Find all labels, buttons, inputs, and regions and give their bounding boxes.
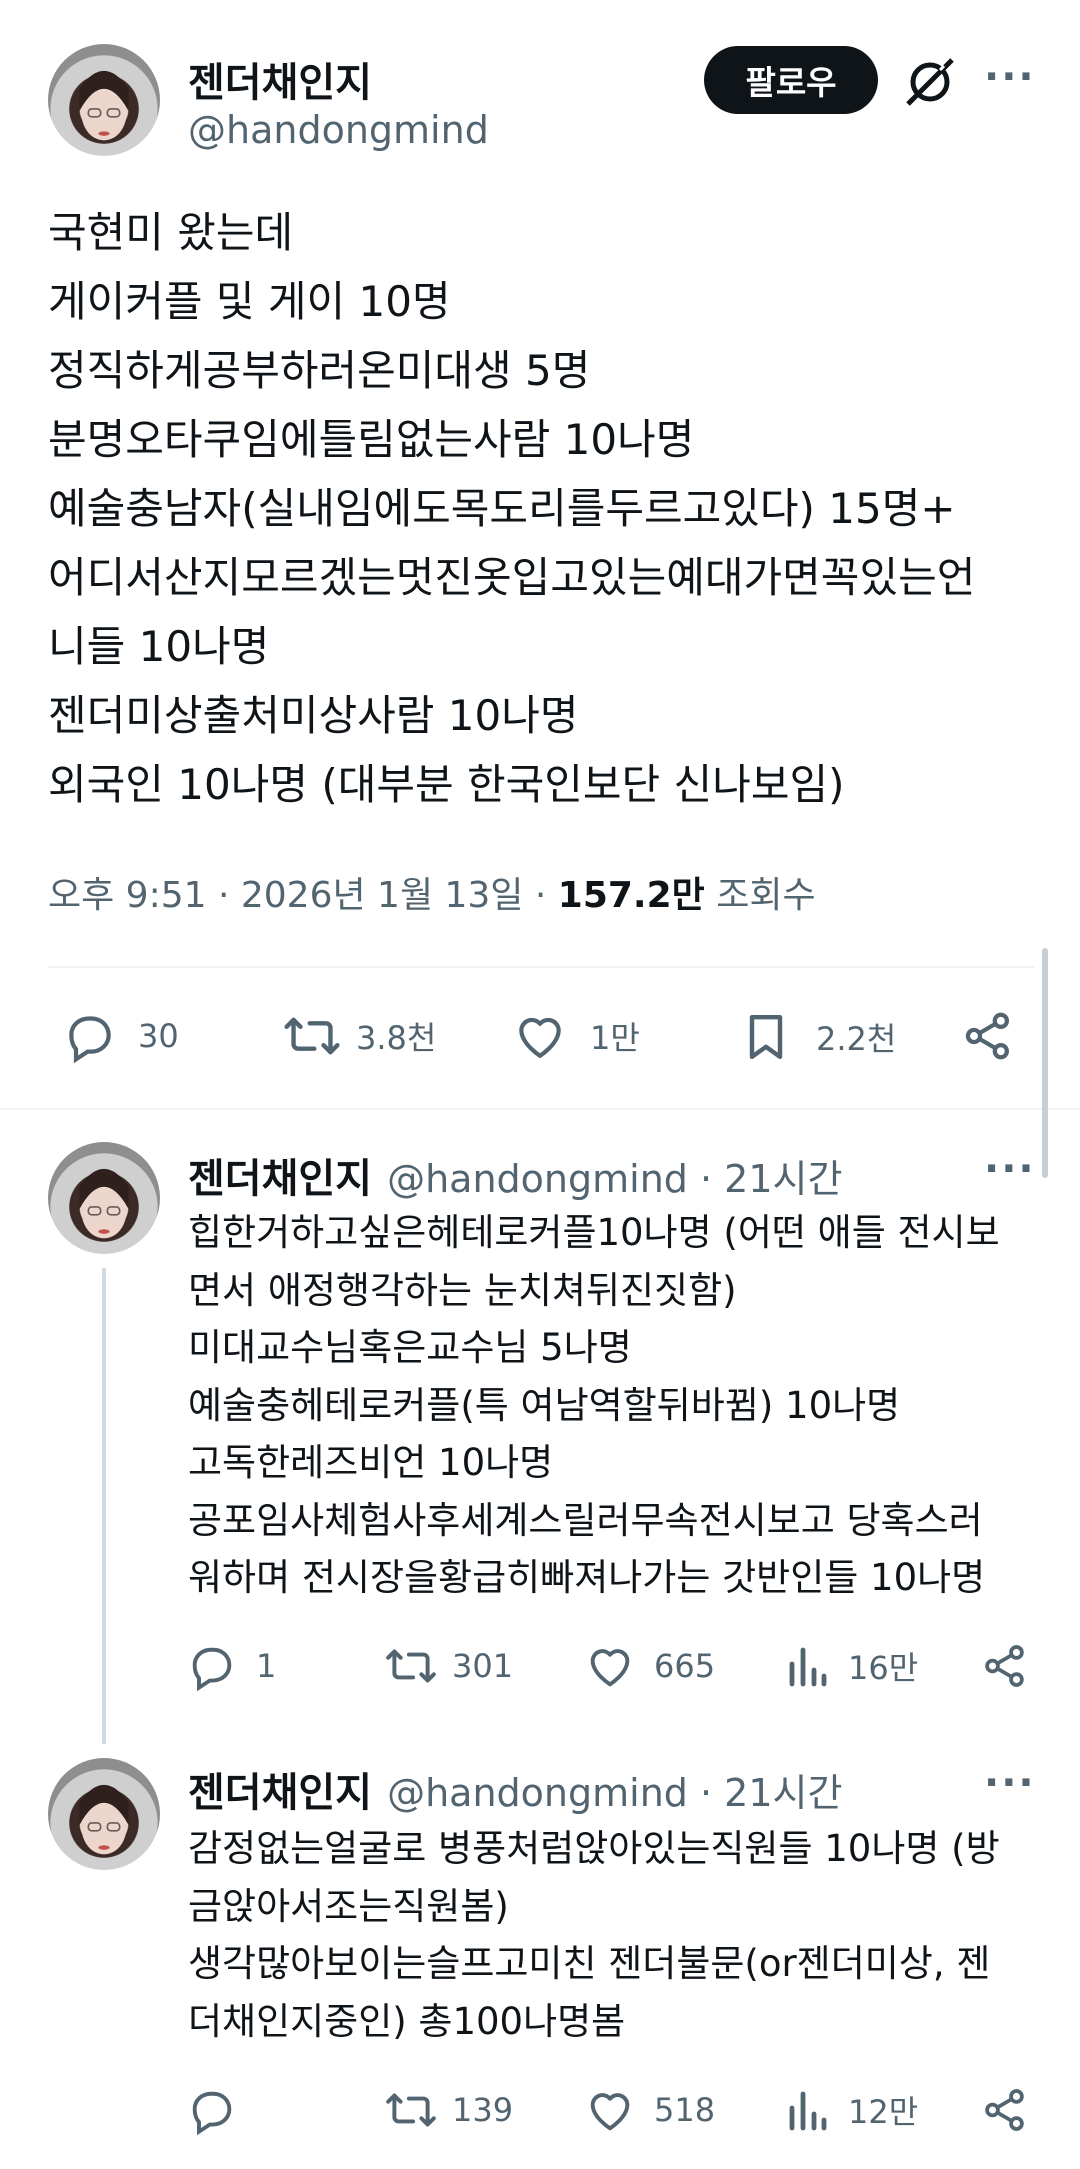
- views-count: 16만: [848, 1649, 919, 1687]
- divider: [0, 1108, 1080, 1110]
- reply-time[interactable]: 21시간: [724, 1157, 842, 1201]
- share-icon: [985, 1645, 1024, 1687]
- thread-line: [102, 1268, 106, 1744]
- scrollbar[interactable]: [1042, 948, 1048, 1178]
- share-button[interactable]: [960, 1008, 1016, 1064]
- tweet-timestamp[interactable]: 오후 9:51 · 2026년 1월 13일 ·: [48, 875, 558, 916]
- reply-count: 30: [138, 1017, 179, 1055]
- reply-text: 감정없는얼굴로 병풍처럼앉아있는직원들 10나명 (방 금앉아서조는직원봄) 생…: [188, 1827, 1000, 2043]
- views-count: 157.2만: [557, 875, 705, 916]
- like-button[interactable]: 1만: [512, 1008, 640, 1064]
- tweet-text: 국현미 왔는데 게이커플 및 게이 10명 정직하게공부하러온미대생 5명 분명…: [48, 208, 976, 809]
- bookmark-count: 2.2천: [816, 1020, 897, 1058]
- retweet-count: 3.8천: [356, 1019, 437, 1057]
- views-count: 12만: [848, 2093, 919, 2131]
- reply-icon: [69, 1016, 111, 1064]
- like-count: 518: [654, 2091, 716, 2129]
- reply-text: 힙한거하고싶은헤테로커플10나명 (어떤 애들 전시보 면서 애정행각하는 눈치…: [188, 1211, 1000, 1599]
- like-icon: [519, 1017, 561, 1058]
- like-icon: [590, 2093, 630, 2131]
- reply-button[interactable]: 30: [62, 1008, 179, 1064]
- views-button[interactable]: 12만: [784, 2084, 918, 2136]
- share-button[interactable]: [980, 2084, 1030, 2136]
- bookmark-icon: [749, 1014, 783, 1060]
- more-icon[interactable]: ···: [984, 1760, 1036, 1806]
- retweet-button[interactable]: 3.8천: [282, 1008, 436, 1064]
- reply-author-handle[interactable]: @handongmind: [387, 1771, 688, 1815]
- share-icon: [965, 1012, 1009, 1060]
- retweet-count: 139: [452, 2091, 514, 2129]
- author-avatar[interactable]: [48, 44, 160, 156]
- retweet-icon: [284, 1017, 340, 1055]
- retweet-icon: [386, 1649, 436, 1683]
- reply-author-handle[interactable]: @handongmind: [387, 1157, 688, 1201]
- reply-button[interactable]: 1: [186, 1640, 276, 1692]
- like-button[interactable]: 518: [584, 2084, 715, 2136]
- like-count: 665: [654, 1647, 716, 1685]
- more-icon[interactable]: ···: [984, 54, 1036, 100]
- reply-count: 1: [256, 1647, 277, 1685]
- reply-header: 젠더채인지 @handongmind · 21시간: [188, 1760, 842, 1818]
- like-icon: [590, 1649, 630, 1687]
- reply-avatar[interactable]: [48, 1142, 160, 1254]
- grok-icon[interactable]: [900, 54, 960, 110]
- more-icon[interactable]: ···: [984, 1146, 1036, 1192]
- views-icon: [789, 1647, 827, 1687]
- bookmark-button[interactable]: 2.2천: [738, 1008, 896, 1066]
- retweet-button[interactable]: 139: [384, 2084, 513, 2136]
- divider: [48, 966, 1034, 968]
- views-label: 조회수: [704, 875, 816, 916]
- share-icon: [985, 2089, 1024, 2131]
- reply-author-name[interactable]: 젠더채인지: [188, 1770, 372, 1816]
- separator: ·: [687, 1771, 725, 1815]
- like-button[interactable]: 665: [584, 1640, 715, 1692]
- reply-author-name[interactable]: 젠더채인지: [188, 1156, 372, 1202]
- retweet-count: 301: [452, 1647, 514, 1685]
- retweet-icon: [386, 2093, 436, 2127]
- author-name[interactable]: 젠더채인지: [188, 50, 372, 108]
- reply-icon: [192, 2091, 232, 2136]
- views-button[interactable]: 16만: [784, 1640, 918, 1692]
- reply-time[interactable]: 21시간: [724, 1771, 842, 1815]
- reply-icon: [192, 1647, 232, 1692]
- like-count: 1만: [590, 1019, 640, 1057]
- follow-button[interactable]: 팔로우: [704, 46, 878, 114]
- share-button[interactable]: [980, 1640, 1030, 1692]
- author-handle[interactable]: @handongmind: [188, 108, 489, 152]
- reply-avatar[interactable]: [48, 1758, 160, 1870]
- separator: ·: [687, 1157, 725, 1201]
- reply-button[interactable]: [186, 2084, 256, 2136]
- views-icon: [789, 2091, 827, 2131]
- retweet-button[interactable]: 301: [384, 1640, 513, 1692]
- tweet-meta: 오후 9:51 · 2026년 1월 13일 · 157.2만 조회수: [48, 866, 816, 918]
- reply-header: 젠더채인지 @handongmind · 21시간: [188, 1146, 842, 1204]
